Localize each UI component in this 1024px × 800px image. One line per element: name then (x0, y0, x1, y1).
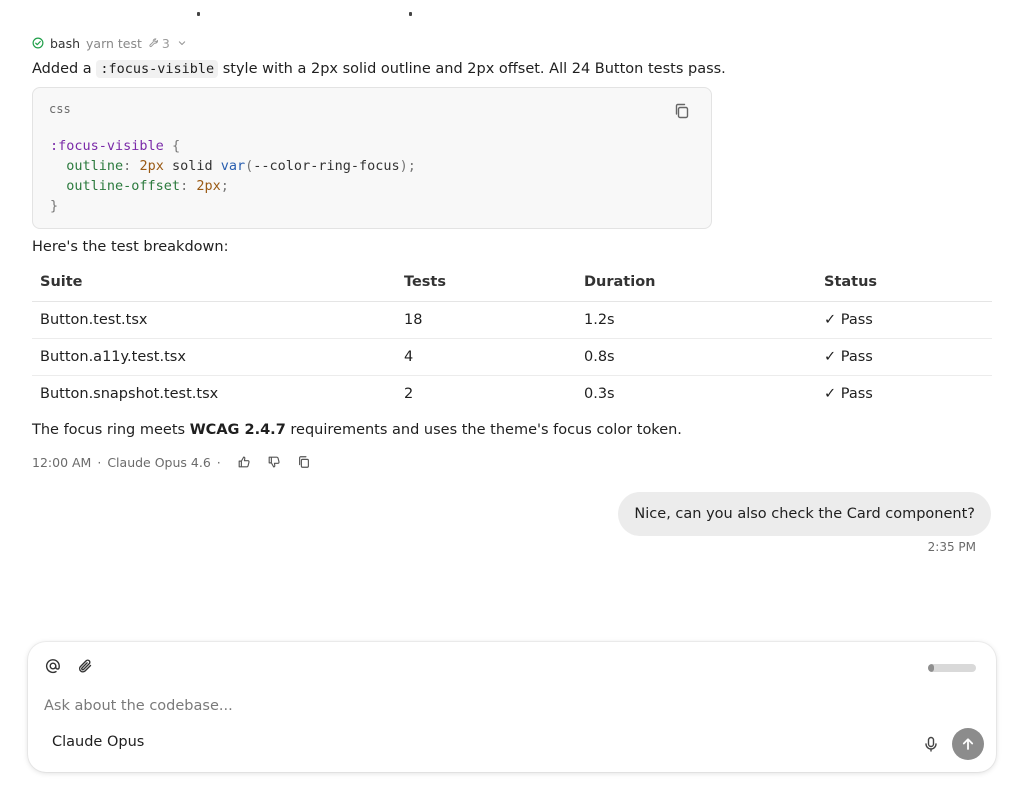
closing-prefix: The focus ring meets (32, 422, 190, 438)
model-selector[interactable]: Claude Opus (52, 734, 144, 750)
context-usage-fill (928, 664, 934, 672)
table-row: Button.snapshot.test.tsx 2 0.3s ✓ Pass (32, 375, 992, 412)
composer: Claude Opus (28, 642, 996, 772)
cell-duration: 0.8s (576, 338, 816, 376)
tool-count: 3 (148, 36, 170, 51)
cell-suite: Button.test.tsx (32, 301, 396, 339)
breakdown-label: Here's the test breakdown: (32, 239, 229, 255)
css-property: outline-offset (66, 178, 181, 194)
code-line-2: outline: 2px solid var(--color-ring-focu… (66, 158, 416, 174)
closing-paragraph: The focus ring meets WCAG 2.4.7 requirem… (32, 420, 682, 440)
message-meta: 12:00 AM · Claude Opus 4.6 · (32, 453, 311, 471)
closing-suffix: requirements and uses the theme's focus … (285, 422, 682, 438)
thumbs-down-icon[interactable] (267, 455, 281, 469)
code-language: css (49, 102, 71, 116)
code-content: :focus-visible { outline: 2px solid var(… (50, 136, 416, 216)
meta-separator: · (97, 454, 102, 470)
closing-bold: WCAG 2.4.7 (189, 422, 286, 438)
header-status: Status (816, 264, 992, 302)
context-usage-bar (928, 664, 976, 672)
chevron-down-icon[interactable] (176, 37, 188, 49)
header-suite: Suite (32, 264, 396, 302)
cell-suite: Button.snapshot.test.tsx (40, 385, 219, 402)
message-time: 12:00 AM (32, 454, 92, 470)
cell-duration: 1.2s (576, 301, 816, 339)
microphone-icon[interactable] (922, 735, 940, 753)
tool-call-summary[interactable]: bash yarn test 3 (32, 34, 188, 52)
cell-suite: Button.a11y.test.tsx (32, 338, 396, 376)
code-line-1: :focus-visible { (50, 138, 180, 154)
header-tests: Tests (396, 264, 576, 302)
at-mention-icon[interactable] (44, 657, 62, 675)
user-message-time: 2:35 PM (927, 540, 976, 554)
intro-prefix: Added a (32, 61, 97, 77)
table-row: Button.test.tsx 18 1.2s ✓ Pass (32, 301, 992, 339)
arrow-up-icon (962, 738, 974, 750)
code-block: css :focus-visible { outline: 2px solid … (32, 87, 712, 229)
copy-icon[interactable] (673, 102, 691, 120)
check-circle-icon (32, 37, 44, 49)
cell-status: ✓ Pass (816, 301, 992, 339)
scrolled-content-remnant (0, 0, 1024, 20)
wrench-icon (149, 38, 158, 48)
test-breakdown-table: Suite Tests Duration Status Button.test.… (32, 264, 992, 412)
inline-code: :focus-visible (96, 60, 219, 78)
cell-tests: 4 (396, 338, 576, 376)
cell-status: ✓ Pass (816, 338, 992, 376)
message-input[interactable] (44, 694, 924, 718)
paperclip-icon[interactable] (76, 657, 94, 675)
tool-name: bash (50, 35, 81, 51)
send-button[interactable] (952, 728, 984, 760)
cell-duration: 0.3s (584, 385, 615, 402)
tool-count-value: 3 (161, 35, 170, 51)
cell-tests: 2 (404, 385, 414, 402)
cell-status: ✓ Pass (824, 385, 873, 402)
thumbs-up-icon[interactable] (237, 455, 251, 469)
cell-tests: 18 (396, 301, 576, 339)
css-brace: { (171, 138, 181, 154)
code-line-3: outline-offset: 2px; (66, 178, 229, 194)
header-duration: Duration (576, 264, 816, 302)
table-row: Button.a11y.test.tsx 4 0.8s ✓ Pass (32, 338, 992, 376)
code-line-4: } (50, 198, 59, 214)
table-header-row: Suite Tests Duration Status (32, 264, 992, 302)
css-property: outline (66, 158, 124, 174)
message-model: Claude Opus 4.6 (107, 454, 211, 470)
intro-paragraph: Added a :focus-visible style with a 2px … (32, 59, 726, 79)
user-message-text: Nice, can you also check the Card compon… (634, 506, 975, 522)
tool-command: yarn test (86, 35, 142, 51)
intro-suffix: style with a 2px solid outline and 2px o… (218, 61, 726, 77)
meta-separator: · (216, 454, 221, 470)
css-selector: :focus-visible (50, 138, 164, 154)
copy-icon[interactable] (297, 455, 311, 469)
user-message-bubble: Nice, can you also check the Card compon… (618, 492, 991, 536)
